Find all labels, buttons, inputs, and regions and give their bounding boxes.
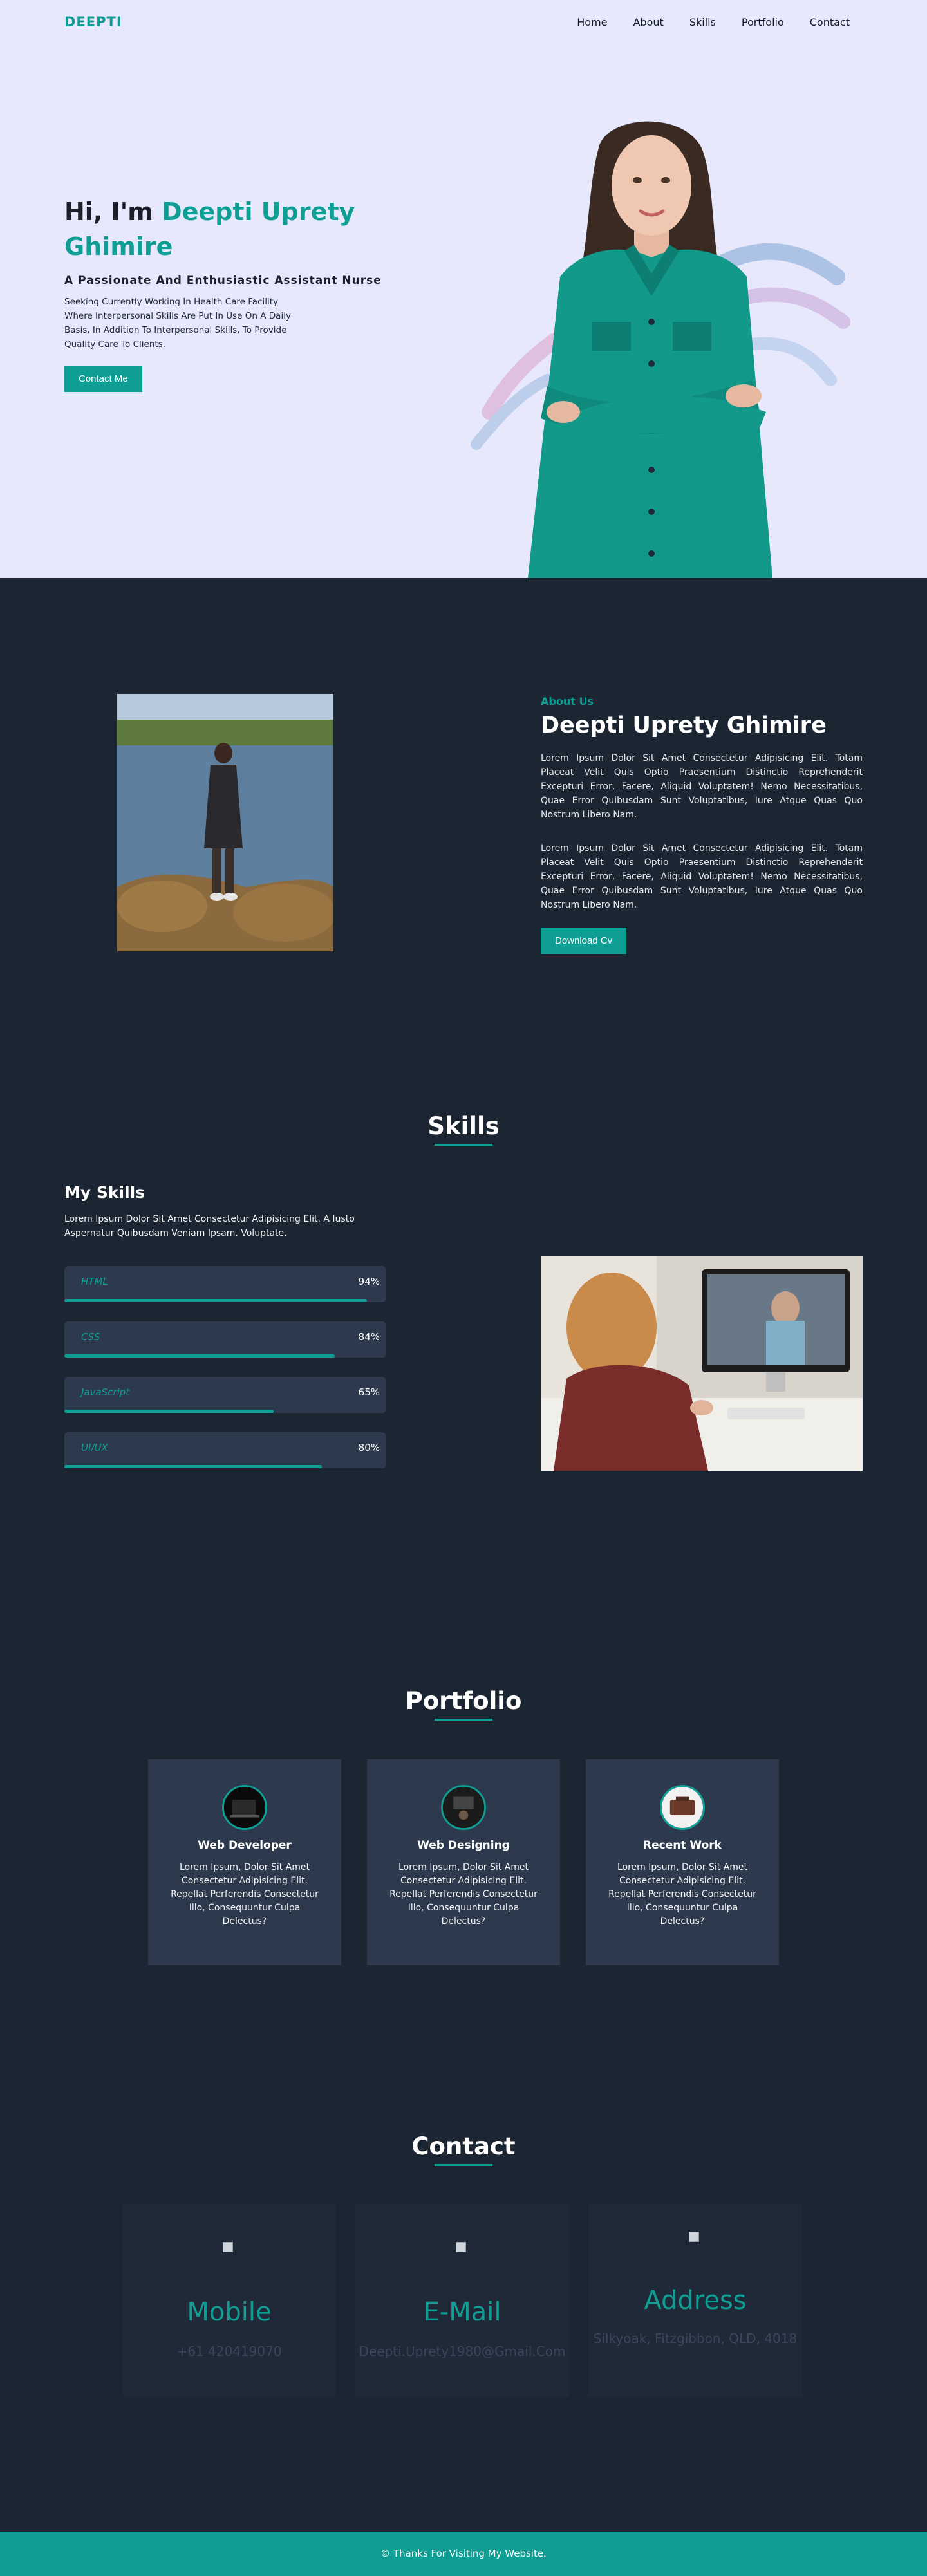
skills-title-underline [435,1144,492,1146]
contact-card-value: +61 420419070 [176,2344,282,2359]
about-section: About Us Deepti Uprety Ghimire Lorem Ips… [0,578,927,1087]
contact-card-email[interactable]: E-Mail Deepti.Uprety1980@Gmail.Com [355,2203,569,2396]
portfolio-section: Portfolio Web Developer Lorem Ipsum, Dol… [0,1663,927,2100]
nav-link-contact[interactable]: Contact [810,16,850,28]
hero-name-line2: Ghimire [64,232,173,261]
contact-title-underline [435,2164,492,2166]
card-text: Lorem Ipsum, Dolor Sit Amet Consectetur … [389,1862,538,1927]
card-title: Web Designing [417,1839,510,1852]
skill-progress-fill [64,1465,322,1468]
skills-content: My Skills Lorem Ipsum Dolor Sit Amet Con… [64,1183,386,1468]
about-photo [117,694,333,951]
broken-image-icon [689,2232,699,2242]
portfolio-title: Portfolio [405,1687,522,1715]
portfolio-card-recent-work[interactable]: Recent Work Lorem Ipsum, Dolor Sit Amet … [586,1759,779,1965]
skill-bar-css: CSS 84% [64,1321,386,1358]
broken-image-icon [223,2242,233,2252]
hero-section: DEEPTI Home About Skills Portfolio Conta… [0,0,927,578]
skill-bar-uiux: UI/UX 80% [64,1432,386,1468]
contact-card-mobile[interactable]: Mobile +61 420419070 [122,2203,336,2396]
about-paragraph-1: Lorem Ipsum Dolor Sit Amet Consectetur A… [541,753,863,820]
nav-menu: Home About Skills Portfolio Contact [577,16,850,28]
nav-link-about[interactable]: About [633,16,664,28]
skills-intro: Lorem Ipsum Dolor Sit Amet Consectetur A… [64,1214,355,1238]
skill-progress-fill [64,1354,335,1358]
skill-name: HTML [81,1276,108,1287]
about-kicker: About Us [541,695,594,707]
hero-heading: Hi, I'm Deepti Uprety Ghimire [64,194,399,264]
skills-section: Skills My Skills Lorem Ipsum Dolor Sit A… [0,1087,927,1663]
about-content: About Us Deepti Uprety Ghimire Lorem Ips… [541,695,863,954]
workspace-icon [441,1785,486,1830]
briefcase-icon [660,1785,705,1830]
hero-greeting: Hi, I'm [64,198,162,226]
about-paragraph-2: Lorem Ipsum Dolor Sit Amet Consectetur A… [541,843,863,910]
contact-me-button[interactable]: Contact Me [64,366,142,392]
skill-name: UI/UX [81,1442,108,1453]
skill-percent: 80% [358,1442,380,1453]
card-title: Recent Work [643,1839,722,1852]
portfolio-title-underline [435,1719,492,1721]
skills-title: Skills [427,1112,500,1140]
nav-link-home[interactable]: Home [577,16,607,28]
nav-link-skills[interactable]: Skills [689,16,716,28]
card-text: Lorem Ipsum, Dolor Sit Amet Consectetur … [171,1862,319,1927]
skill-progress-fill [64,1299,367,1302]
skill-percent: 65% [358,1386,380,1398]
contact-title: Contact [411,2133,516,2160]
skill-name: JavaScript [81,1386,130,1398]
skills-photo [541,1256,863,1471]
footer-text: © Thanks For Visiting My Website. [380,2548,547,2559]
contact-section: Contact Mobile +61 420419070 E-Mail Deep… [0,2100,927,2532]
hero-tagline: A Passionate And Enthusiastic Assistant … [64,274,382,287]
contact-card-value: Silkyoak, Fitzgibbon, QLD, 4018 [593,2331,798,2346]
hero-text: Hi, I'm Deepti Uprety Ghimire A Passiona… [64,194,399,392]
contact-cards: Mobile +61 420419070 E-Mail Deepti.Upret… [122,2203,802,2396]
skill-percent: 94% [358,1276,380,1287]
skill-name: CSS [81,1331,100,1343]
navbar: DEEPTI Home About Skills Portfolio Conta… [0,0,927,45]
site-logo[interactable]: DEEPTI [64,14,122,30]
hero-description: Seeking Currently Working In Health Care… [64,297,291,350]
portfolio-card-web-developer[interactable]: Web Developer Lorem Ipsum, Dolor Sit Ame… [148,1759,341,1965]
contact-card-title: E-Mail [423,2297,501,2327]
broken-image-icon [456,2242,466,2252]
portfolio-card-web-designing[interactable]: Web Designing Lorem Ipsum, Dolor Sit Ame… [367,1759,560,1965]
about-name: Deepti Uprety Ghimire [541,713,827,738]
card-text: Lorem Ipsum, Dolor Sit Amet Consectetur … [608,1862,756,1927]
my-skills-heading: My Skills [64,1183,145,1202]
hero-name-line1: Deepti Uprety [162,198,355,226]
download-cv-button[interactable]: Download Cv [541,928,627,954]
portfolio-cards: Web Developer Lorem Ipsum, Dolor Sit Ame… [148,1759,779,1965]
contact-card-value: Deepti.Uprety1980@Gmail.Com [359,2344,566,2359]
hero-portrait-image [471,121,850,578]
skill-bar-html: HTML 94% [64,1266,386,1302]
skill-bar-javascript: JavaScript 65% [64,1377,386,1413]
skill-percent: 84% [358,1331,380,1343]
nav-link-portfolio[interactable]: Portfolio [742,16,784,28]
contact-card-address[interactable]: Address Silkyoak, Fitzgibbon, QLD, 4018 [588,2203,802,2396]
card-title: Web Developer [198,1839,292,1852]
skill-progress-fill [64,1410,274,1413]
footer: © Thanks For Visiting My Website. [0,2532,927,2576]
contact-card-title: Mobile [187,2297,272,2327]
laptop-icon [222,1785,267,1830]
contact-card-title: Address [644,2286,747,2315]
